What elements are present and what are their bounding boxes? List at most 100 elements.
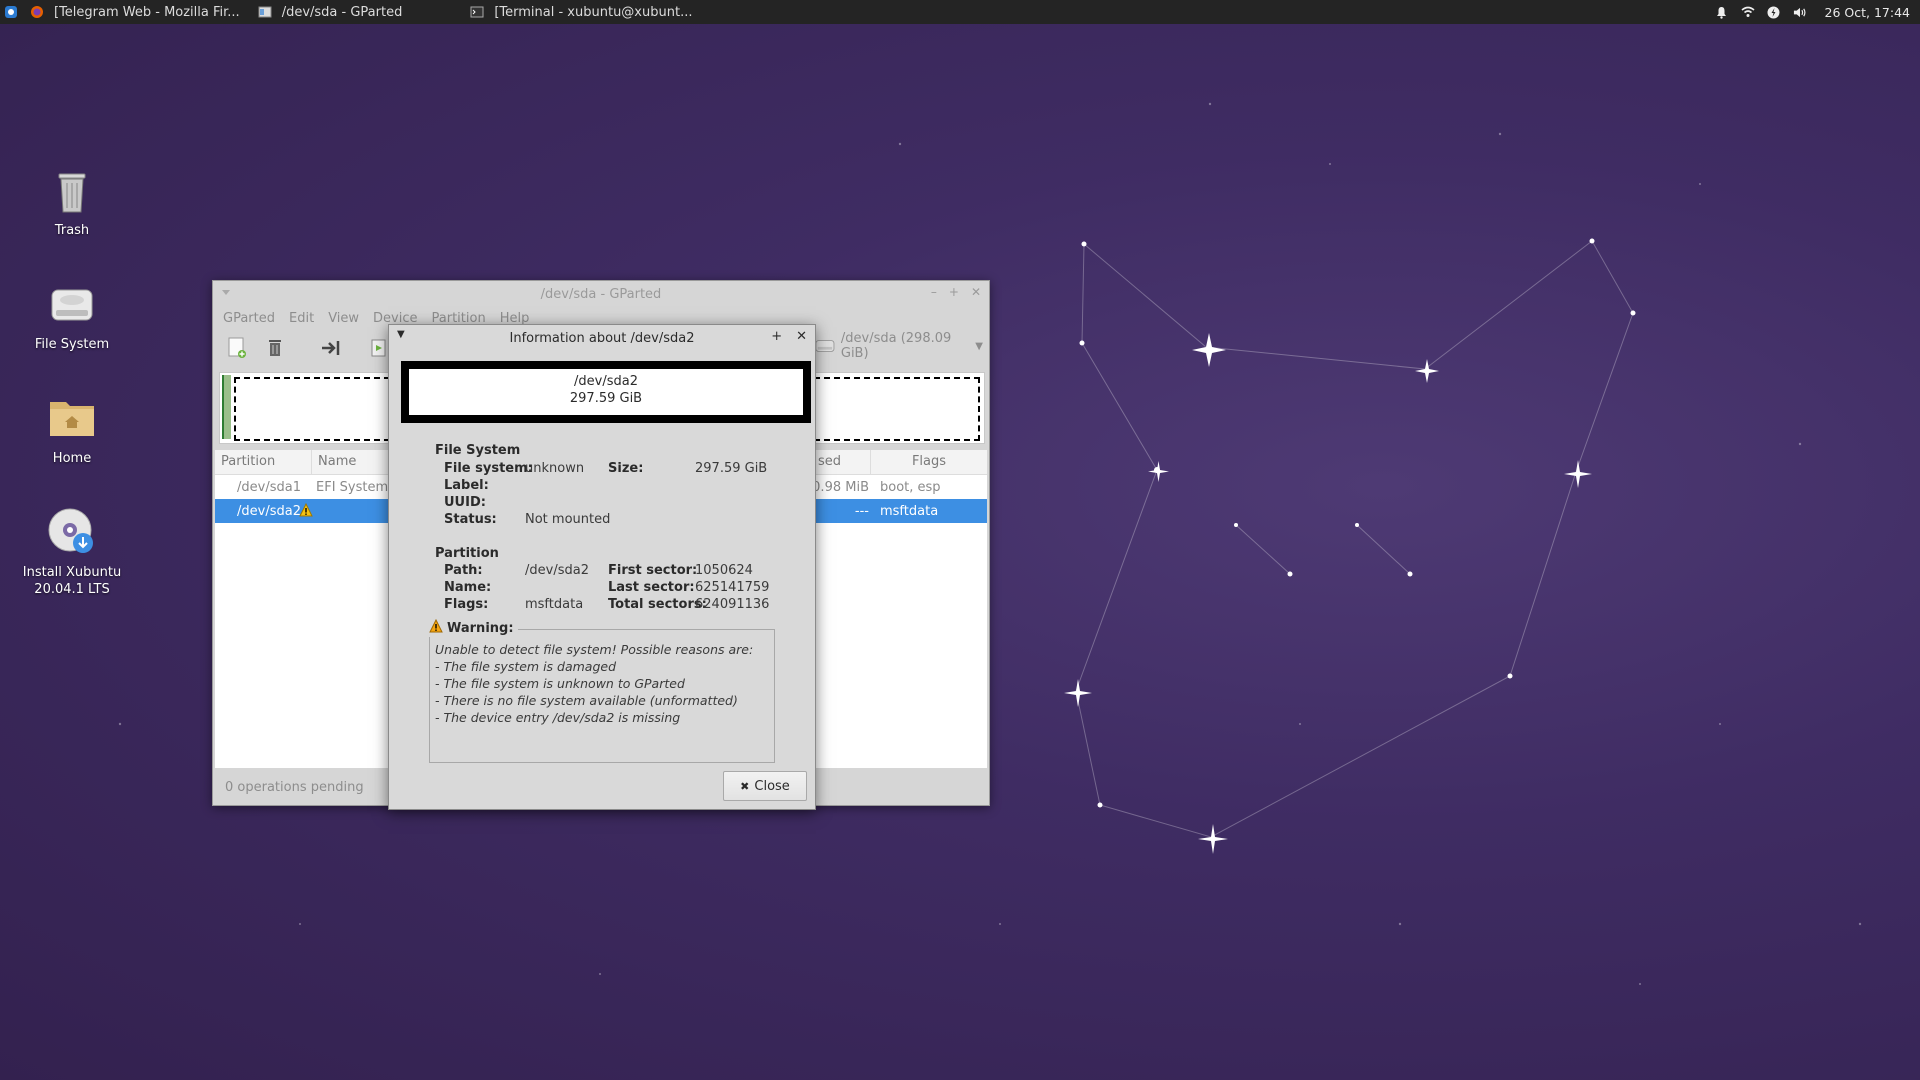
delete-partition-button[interactable] [261, 334, 289, 362]
copy-icon [371, 339, 386, 357]
wifi-icon[interactable] [1741, 5, 1755, 19]
warning-line: - There is no file system available (unf… [435, 693, 738, 708]
column-flags[interactable]: Flags [871, 450, 987, 474]
taskbar-item-firefox[interactable]: [Telegram Web - Mozilla Fir... [22, 0, 250, 24]
home-folder-icon [46, 392, 98, 444]
maximize-icon[interactable]: + [771, 329, 782, 344]
harddisk-icon [815, 340, 835, 352]
new-partition-button[interactable] [223, 334, 251, 362]
taskbar-item-label: /dev/sda - GParted [281, 4, 403, 20]
delete-icon [269, 340, 281, 356]
total-sectors-value: 624091136 [695, 597, 770, 612]
menu-gparted[interactable]: GParted [219, 311, 285, 326]
minimize-icon[interactable]: – [931, 285, 937, 299]
panel-clock[interactable]: 26 Oct, 17:44 [1825, 5, 1910, 20]
desktop-icon-install-xubuntu[interactable]: Install Xubuntu 20.04.1 LTS [17, 506, 127, 598]
warning-icon [429, 618, 443, 637]
chevron-down-icon: ▼ [975, 340, 983, 352]
flags-label: Flags: [444, 597, 489, 612]
column-used[interactable]: sed [812, 450, 871, 474]
total-sectors-label: Total sectors: [608, 597, 707, 612]
xubuntu-logo-icon [5, 6, 17, 18]
terminal-icon [470, 5, 484, 19]
notification-bell-icon[interactable] [1715, 5, 1729, 19]
column-partition[interactable]: Partition [215, 450, 312, 474]
install-disc-icon [46, 506, 98, 558]
path-value: /dev/sda2 [525, 563, 589, 578]
close-button[interactable]: ✖ Close [723, 771, 807, 801]
warning-line: - The file system is damaged [435, 659, 617, 674]
section-partition-heading: Partition [435, 546, 499, 561]
partition-graphic-size: 297.59 GiB [569, 391, 643, 406]
resize-move-icon [322, 341, 340, 355]
resize-move-button[interactable] [317, 334, 345, 362]
power-icon[interactable] [1767, 5, 1781, 19]
section-file-system-heading: File System [435, 443, 521, 458]
last-sector-label: Last sector: [608, 580, 695, 595]
drive-icon [46, 278, 98, 330]
window-title: /dev/sda - GParted [540, 286, 662, 302]
menu-view[interactable]: View [324, 311, 369, 326]
cell-used: --- [854, 503, 869, 519]
flags-value: msftdata [525, 597, 584, 612]
maximize-icon[interactable]: + [949, 285, 959, 299]
partition-info-dialog: ▼ Information about /dev/sda2 + ✕ /dev/s… [388, 324, 816, 810]
size-label: Size: [608, 461, 644, 476]
partition-graphic-name: /dev/sda2 [574, 374, 638, 389]
close-icon: ✖ [740, 779, 750, 793]
close-icon[interactable]: ✕ [796, 329, 807, 344]
system-tray: 26 Oct, 17:44 [1715, 0, 1920, 24]
cell-flags: boot, esp [880, 479, 941, 495]
warning-line: Unable to detect file system! Possible r… [435, 642, 754, 657]
partition-graphic: /dev/sda2 297.59 GiB [401, 361, 811, 423]
warning-line: - The file system is unknown to GParted [435, 676, 685, 691]
star-sparkles [1064, 333, 1592, 854]
trash-icon [46, 164, 98, 216]
disk-map-partition-sda1[interactable] [222, 375, 231, 439]
dialog-titlebar[interactable]: ▼ Information about /dev/sda2 + ✕ [389, 325, 815, 351]
desktop-icon-label: Install Xubuntu 20.04.1 LTS [22, 565, 122, 597]
desktop-icon-label: File System [34, 337, 110, 352]
close-icon[interactable]: ✕ [971, 285, 981, 299]
last-sector-value: 625141759 [695, 580, 770, 595]
taskbar-item-label: [Telegram Web - Mozilla Fir... [54, 4, 240, 20]
operations-pending-status: 0 operations pending [225, 780, 364, 795]
cell-partition: /dev/sda1 [237, 479, 301, 495]
menu-edit[interactable]: Edit [285, 311, 324, 326]
desktop-icon-label: Trash [54, 223, 90, 238]
warning-title: Warning: [429, 618, 518, 637]
path-label: Path: [444, 563, 483, 578]
top-panel: [Telegram Web - Mozilla Fir... /dev/sda … [0, 0, 1920, 24]
file-system-value: unknown [525, 461, 585, 476]
size-value: 297.59 GiB [695, 461, 768, 476]
taskbar-item-terminal[interactable]: [Terminal - xubuntu@xubunt... [462, 0, 702, 24]
applications-menu-button[interactable] [0, 0, 22, 24]
uuid-label: UUID: [444, 495, 486, 510]
device-selector-label: /dev/sda (298.09 GiB) [840, 331, 952, 361]
desktop-icon-file-system[interactable]: File System [17, 278, 127, 353]
window-menu-icon[interactable] [221, 286, 231, 301]
status-label: Status: [444, 512, 497, 527]
cell-partition: /dev/sda2 [237, 503, 301, 519]
warning-line: - The device entry /dev/sda2 is missing [435, 710, 681, 725]
new-partition-icon [228, 337, 246, 358]
close-button-label: Close [754, 778, 790, 794]
warning-icon [299, 502, 313, 521]
gparted-titlebar[interactable]: /dev/sda - GParted – + ✕ [213, 281, 989, 307]
taskbar-item-gparted[interactable]: /dev/sda - GParted [250, 0, 413, 24]
gparted-icon [258, 5, 272, 19]
label-label: Label: [444, 478, 489, 493]
firefox-icon [30, 5, 44, 19]
status-value: Not mounted [525, 512, 611, 527]
device-selector[interactable]: /dev/sda (298.09 GiB) ▼ [815, 331, 983, 361]
desktop-icon-trash[interactable]: Trash [17, 164, 127, 239]
window-menu-icon[interactable]: ▼ [397, 329, 405, 340]
cell-flags: msftdata [880, 503, 939, 519]
name-label: Name: [444, 580, 492, 595]
desktop-icon-label: Home [52, 451, 92, 466]
file-system-label: File system: [444, 461, 533, 476]
taskbar-item-label: [Terminal - xubuntu@xubunt... [494, 4, 693, 20]
first-sector-value: 1050624 [695, 563, 753, 578]
desktop-icon-home[interactable]: Home [17, 392, 127, 467]
volume-icon[interactable] [1793, 5, 1807, 19]
